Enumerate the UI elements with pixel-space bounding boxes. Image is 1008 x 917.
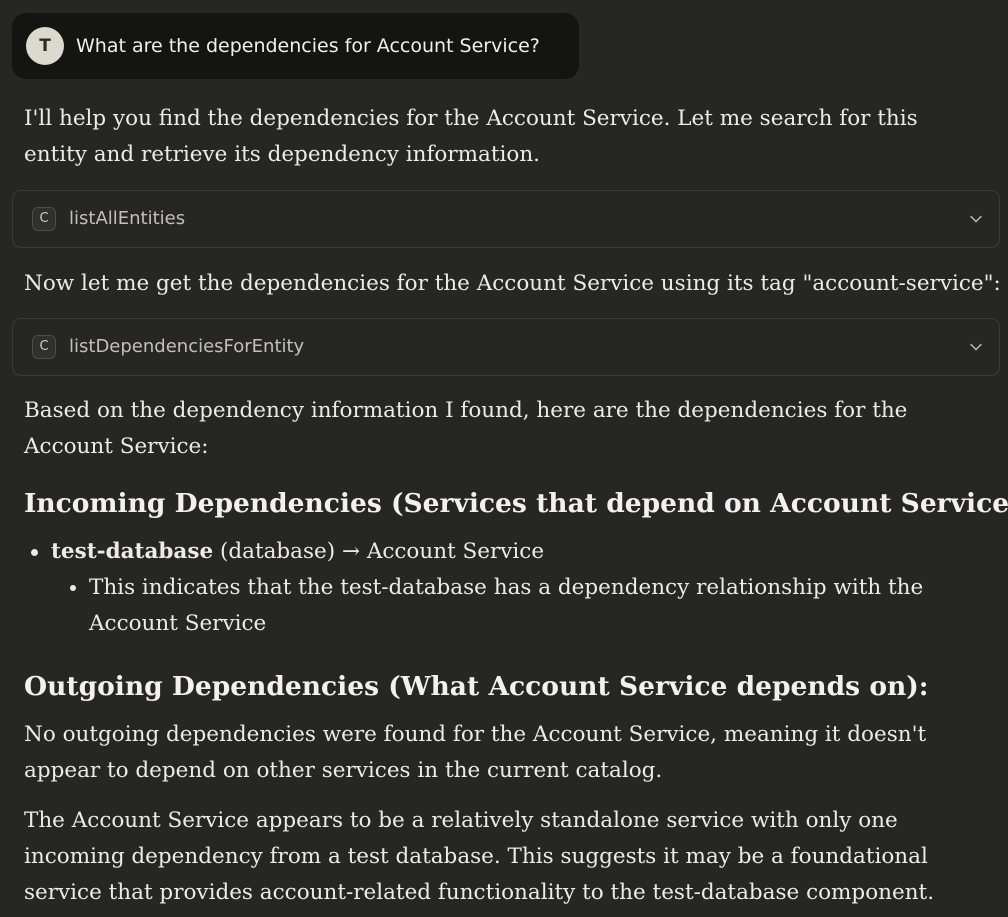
incoming-item-detail: (database) → Account Service — [213, 539, 545, 564]
incoming-heading: Incoming Dependencies (Services that dep… — [24, 488, 1008, 519]
tool-call-list-dependencies[interactable]: C listDependenciesForEntity — [12, 318, 1000, 376]
user-avatar[interactable]: T — [26, 27, 64, 65]
tool-badge-icon: C — [32, 335, 56, 359]
conclusion-text: The Account Service appears to be a rela… — [24, 808, 935, 905]
outgoing-heading: Outgoing Dependencies (What Account Serv… — [24, 671, 929, 702]
user-message-text: What are the dependencies for Account Se… — [76, 35, 540, 57]
tool-call-list-all-entities[interactable]: C listAllEntities — [12, 190, 1000, 248]
incoming-item: test-database (database) → Account Servi… — [30, 534, 545, 570]
tool-call-name: listDependenciesForEntity — [69, 336, 305, 357]
incoming-item-name: test-database — [51, 539, 214, 564]
tool-badge-icon: C — [32, 207, 56, 231]
user-message: T What are the dependencies for Account … — [12, 13, 579, 79]
tool-call-name: listAllEntities — [69, 208, 186, 229]
incoming-sub-item: This indicates that the test-database ha… — [70, 570, 969, 642]
chevron-down-icon[interactable] — [969, 212, 983, 226]
assistant-intro: I'll help you find the dependencies for … — [24, 106, 918, 167]
outgoing-text: No outgoing dependencies were found for … — [24, 722, 927, 783]
assistant-followup: Now let me get the dependencies for the … — [24, 271, 1001, 296]
chevron-down-icon[interactable] — [969, 340, 983, 354]
summary-intro: Based on the dependency information I fo… — [24, 398, 908, 459]
